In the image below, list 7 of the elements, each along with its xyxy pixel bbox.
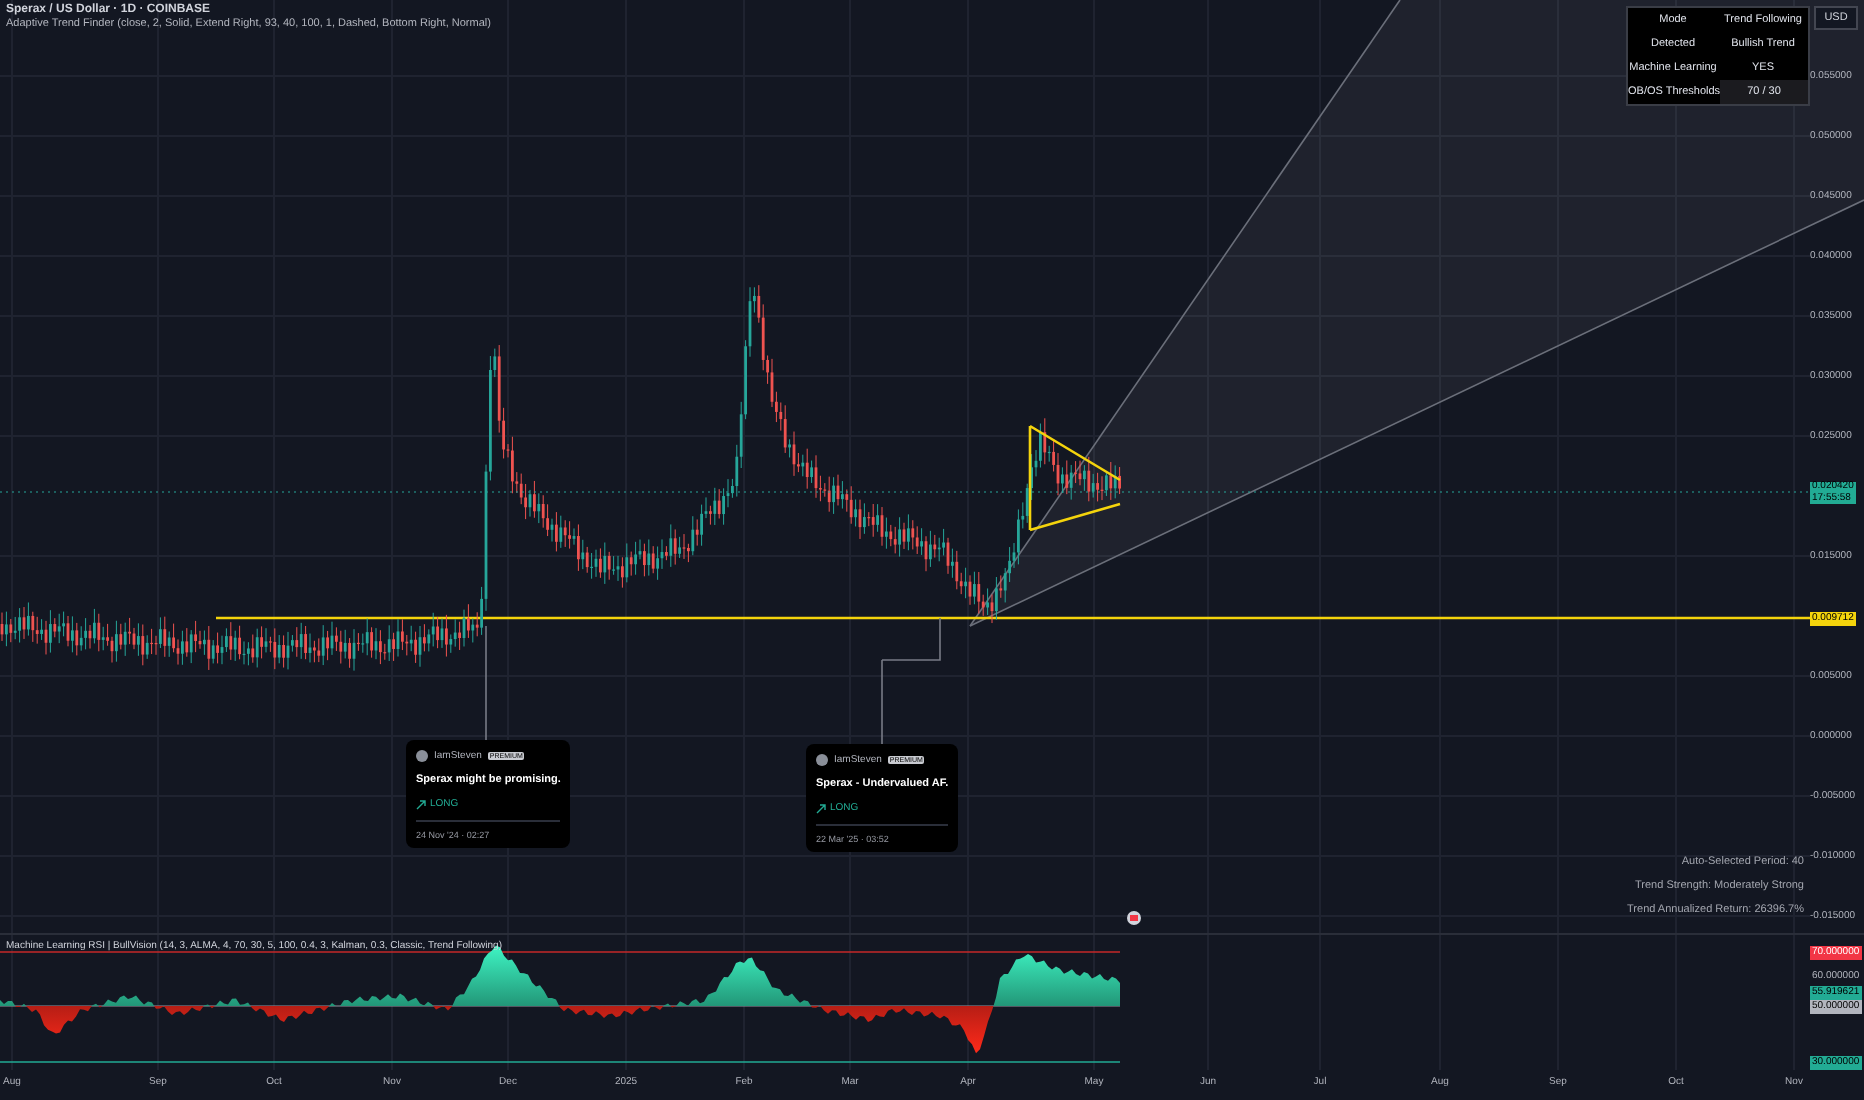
avatar-icon [416,750,428,762]
leader-line [881,617,941,745]
arrow-up-right-icon [816,803,826,813]
avatar-icon [816,754,828,766]
arrow-up-right-icon [416,799,426,809]
triangle-pattern-drawing [1028,424,1122,532]
leader-line [485,625,487,741]
